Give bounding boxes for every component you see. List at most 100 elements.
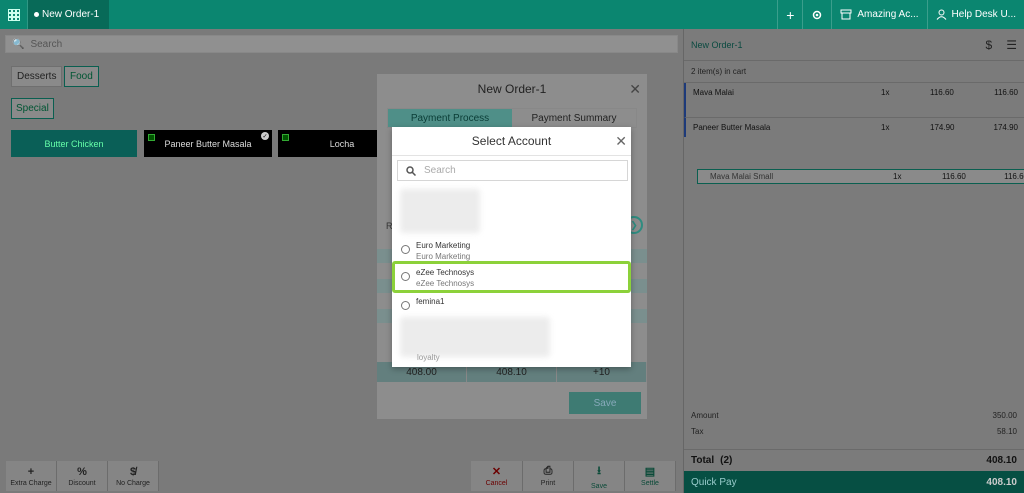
plus-icon: + <box>27 465 35 478</box>
subcategory-special[interactable]: Special <box>11 98 54 119</box>
account-name: Euro Marketing <box>416 241 471 250</box>
category-desserts[interactable]: Desserts <box>11 66 63 87</box>
payment-save-button[interactable]: Save <box>569 392 641 414</box>
quick-pay-value: 408.10 <box>986 476 1017 488</box>
radio-button[interactable] <box>401 245 410 254</box>
account-option-euro-marketing[interactable]: Euro Marketing Euro Marketing <box>401 240 470 262</box>
discount-label: Discount <box>68 479 96 487</box>
cart-item-name: Mava Malai <box>693 88 734 97</box>
amount-label: Amount <box>691 410 719 420</box>
tax-row: Tax 58.10 <box>684 423 1024 439</box>
tax-label: Tax <box>691 426 704 436</box>
total-value: 408.10 <box>986 455 1017 466</box>
account-name: femina1 <box>416 297 445 306</box>
selection-highlight <box>392 261 631 293</box>
cart-item-group[interactable]: Mava Malai 1x 116.60 116.60 Mava Malai S… <box>684 83 1024 184</box>
tab-new-order[interactable]: New Order-1 <box>28 0 110 29</box>
tab-status-dot <box>34 12 39 17</box>
tab-payment-process[interactable]: Payment Process <box>388 109 512 127</box>
no-charge-button[interactable]: $̸ No Charge <box>108 461 159 491</box>
category-food[interactable]: Food <box>64 66 99 87</box>
cancel-order-button[interactable]: ✕ Cancel <box>471 461 523 491</box>
tax-value: 58.10 <box>996 426 1017 436</box>
account-search-placeholder: Search <box>424 165 456 176</box>
select-account-dialog: Select Account ✕ Search Euro Marketing E… <box>392 127 631 367</box>
order-action-bar: + Extra Charge % Discount $̸ No Charge ✕… <box>0 459 683 493</box>
blurred-account <box>400 317 550 357</box>
veg-icon <box>148 134 155 141</box>
cart-totals: Amount 350.00 Tax 58.10 <box>684 407 1024 439</box>
currency-icon[interactable]: $ <box>986 38 993 52</box>
cart-header: New Order-1 $ ☰ <box>684 29 1024 61</box>
cart-item-price: 116.60 <box>930 88 954 97</box>
cart-item-name: Mava Malai Small <box>710 172 774 181</box>
cancel-label: Cancel <box>485 480 508 487</box>
cart-item-total: 116.60 <box>1004 172 1024 181</box>
download-icon: ⭳ <box>597 465 601 477</box>
user-label: Help Desk U... <box>951 9 1016 20</box>
cart-item-qty: 1x <box>881 88 890 97</box>
print-button[interactable]: ⎙ Print <box>523 461 574 491</box>
outlet-selector[interactable]: Amazing Ac... <box>831 0 926 29</box>
menu-item-label: Butter Chicken <box>44 138 104 149</box>
menu-search-input[interactable]: 🔍 Search <box>5 35 678 53</box>
cart-item-qty: 1x <box>881 123 890 132</box>
cart-row-modifier[interactable]: Mava Malai Small 1x 116.60 116.60 <box>697 169 1024 184</box>
quick-pay-button[interactable]: Quick Pay 408.10 <box>684 471 1024 493</box>
cart-item-total: 174.90 <box>993 123 1018 132</box>
print-label: Print <box>540 480 556 487</box>
cart-item-group[interactable]: Paneer Butter Masala 1x 174.90 174.90 <box>684 118 1024 137</box>
cart-panel: New Order-1 $ ☰ 2 item(s) in cart Mava M… <box>683 29 1024 493</box>
total-row: Total (2) 408.10 <box>684 449 1024 471</box>
gear-icon <box>813 10 822 19</box>
account-option-femina1[interactable]: femina1 <box>401 296 444 310</box>
save-label: Save <box>591 483 607 490</box>
close-icon[interactable]: ✕ <box>615 133 627 150</box>
menu-item-paneer-butter-masala[interactable]: Paneer Butter Masala ✓ <box>144 130 272 157</box>
app-grid-icon[interactable] <box>0 0 28 29</box>
no-charge-icon: $̸ <box>129 465 137 478</box>
cart-item-count: 2 item(s) in cart <box>684 61 1024 83</box>
close-icon[interactable]: ✕ <box>629 81 641 98</box>
top-bar: New Order-1 + Amazing Ac... Help Desk U.… <box>0 0 1024 29</box>
blurred-account <box>400 189 480 233</box>
total-count: (2) <box>720 455 733 466</box>
quick-pay-label: Quick Pay <box>691 476 737 488</box>
no-charge-label: No Charge <box>116 479 150 487</box>
filter-sliders-icon[interactable]: ☰ <box>1006 38 1017 52</box>
settle-label: Settle <box>641 480 659 487</box>
menu-search-placeholder: Search <box>30 38 63 50</box>
store-icon <box>840 9 852 20</box>
user-icon <box>936 9 946 20</box>
cart-item-total: 116.60 <box>994 88 1018 97</box>
outlet-label: Amazing Ac... <box>857 9 919 20</box>
tab-payment-summary[interactable]: Payment Summary <box>512 109 636 127</box>
cart-row[interactable]: Mava Malai 1x 116.60 116.60 <box>686 85 1024 100</box>
close-icon: ✕ <box>491 466 502 478</box>
cart-item-price: 174.90 <box>930 123 955 132</box>
card-icon: ▤ <box>644 466 656 478</box>
radio-button[interactable] <box>401 301 410 310</box>
amount-row: Amount 350.00 <box>684 407 1024 423</box>
check-icon: ✓ <box>261 132 269 140</box>
add-order-button[interactable]: + <box>777 0 802 29</box>
account-search-input[interactable]: Search <box>397 160 628 181</box>
cart-row[interactable]: Paneer Butter Masala 1x 174.90 174.90 <box>686 120 1024 135</box>
search-icon <box>406 165 416 176</box>
cart-item-qty: 1x <box>893 172 902 181</box>
account-partial-label: loyalty <box>417 353 440 362</box>
amount-value: 350.00 <box>992 410 1017 420</box>
select-account-title: Select Account <box>392 127 631 156</box>
menu-item-butter-chicken[interactable]: Butter Chicken <box>11 130 137 157</box>
extra-charge-label: Extra Charge <box>10 479 52 487</box>
menu-item-label: Locha <box>329 138 355 149</box>
user-menu[interactable]: Help Desk U... <box>926 0 1024 29</box>
search-icon: 🔍 <box>12 38 25 50</box>
settle-button[interactable]: ▤ Settle <box>625 461 676 491</box>
settings-button[interactable] <box>802 0 831 29</box>
discount-button[interactable]: % Discount <box>57 461 108 491</box>
payment-tabs: Payment Process Payment Summary <box>387 108 637 128</box>
save-order-button[interactable]: ⭳ Save <box>574 461 625 491</box>
menu-item-label: Paneer Butter Masala <box>164 138 252 149</box>
extra-charge-button[interactable]: + Extra Charge <box>6 461 57 491</box>
